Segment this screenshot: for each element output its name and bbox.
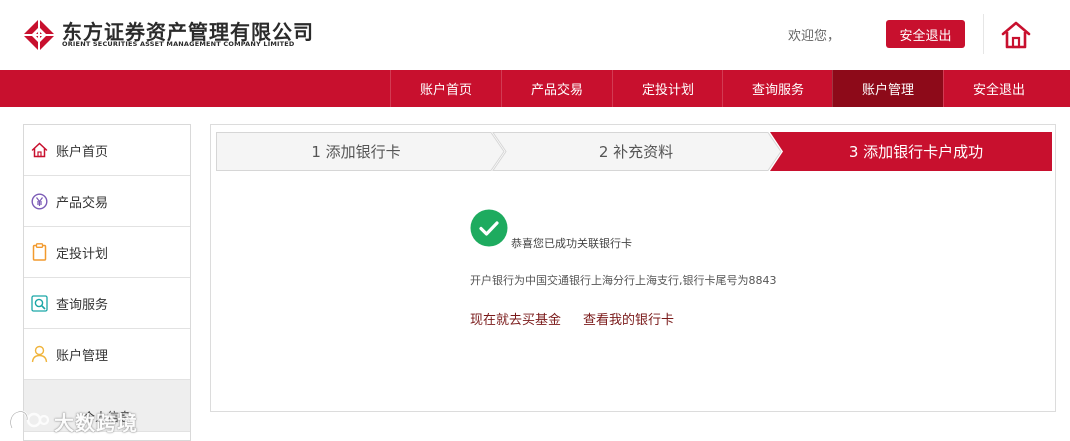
watermark-text: 大数跨境 bbox=[54, 410, 138, 435]
view-bank-cards-link[interactable]: 查看我的银行卡 bbox=[583, 309, 674, 328]
sidebar-item-label: 账户管理 bbox=[56, 348, 109, 364]
sidebar-item-label: 账户首页 bbox=[56, 144, 109, 160]
nav-item-investment-plan[interactable]: 定投计划 bbox=[612, 70, 723, 107]
nav-item-query-service[interactable]: 查询服务 bbox=[722, 70, 833, 107]
nav-item-account-management[interactable]: 账户管理 bbox=[832, 70, 943, 107]
nav-item-account-home[interactable]: 账户首页 bbox=[390, 70, 501, 107]
watermark: 大数跨境 bbox=[8, 404, 138, 438]
buy-fund-link[interactable]: 现在就去买基金 bbox=[470, 309, 561, 328]
check-circle-icon bbox=[470, 209, 508, 247]
nav-item-logout[interactable]: 安全退出 bbox=[943, 70, 1054, 107]
main-nav: 账户首页 产品交易 定投计划 查询服务 账户管理 安全退出 bbox=[0, 70, 1070, 107]
logout-button[interactable]: 安全退出 bbox=[886, 20, 965, 48]
content-panel: 1 添加银行卡 2 补充资料 3 添加银行卡户成功 恭喜您已成功关联银行卡 开户… bbox=[210, 124, 1056, 412]
sidebar-item-investment-plan[interactable]: 定投计划 bbox=[24, 227, 190, 278]
nav-item-product-trade[interactable]: 产品交易 bbox=[501, 70, 612, 107]
header: 东方证券资产管理有限公司 ORIENT SECURITIES ASSET MAN… bbox=[0, 0, 1070, 70]
sidebar-item-product-trade[interactable]: 产品交易 bbox=[24, 176, 190, 227]
watermark-logo-icon bbox=[9, 410, 50, 429]
home-icon[interactable] bbox=[1000, 20, 1032, 50]
company-logo[interactable]: 东方证券资产管理有限公司 ORIENT SECURITIES ASSET MAN… bbox=[22, 16, 322, 52]
sidebar-item-label: 定投计划 bbox=[56, 246, 109, 262]
sidebar: 账户首页 产品交易 定投计划 查询服务 账户管理 个人信息 bbox=[23, 124, 191, 441]
sidebar-item-query-service[interactable]: 查询服务 bbox=[24, 278, 190, 329]
sidebar-item-account-management[interactable]: 账户管理 bbox=[24, 329, 190, 380]
clipboard-icon bbox=[30, 243, 48, 261]
logo-mark-icon bbox=[23, 19, 55, 51]
header-divider bbox=[983, 14, 984, 54]
sidebar-item-label: 查询服务 bbox=[56, 297, 109, 313]
step-2-label: 2 补充资料 bbox=[598, 143, 674, 161]
magnifier-icon bbox=[30, 294, 48, 312]
bank-card-detail: 开户银行为中国交通银行上海分行上海支行,银行卡尾号为8843 bbox=[470, 274, 777, 287]
step-1-label: 1 添加银行卡 bbox=[311, 143, 401, 161]
logo-english-name: ORIENT SECURITIES ASSET MANAGEMENT COMPA… bbox=[62, 40, 295, 48]
user-icon bbox=[30, 345, 48, 363]
yen-icon bbox=[30, 192, 48, 210]
welcome-text: 欢迎您， bbox=[788, 29, 841, 44]
sidebar-item-account-home[interactable]: 账户首页 bbox=[24, 125, 190, 176]
success-message: 恭喜您已成功关联银行卡 bbox=[511, 237, 632, 250]
step-3-label: 3 添加银行卡户成功 bbox=[848, 143, 984, 161]
sidebar-item-label: 产品交易 bbox=[56, 195, 109, 211]
house-icon bbox=[30, 141, 48, 159]
